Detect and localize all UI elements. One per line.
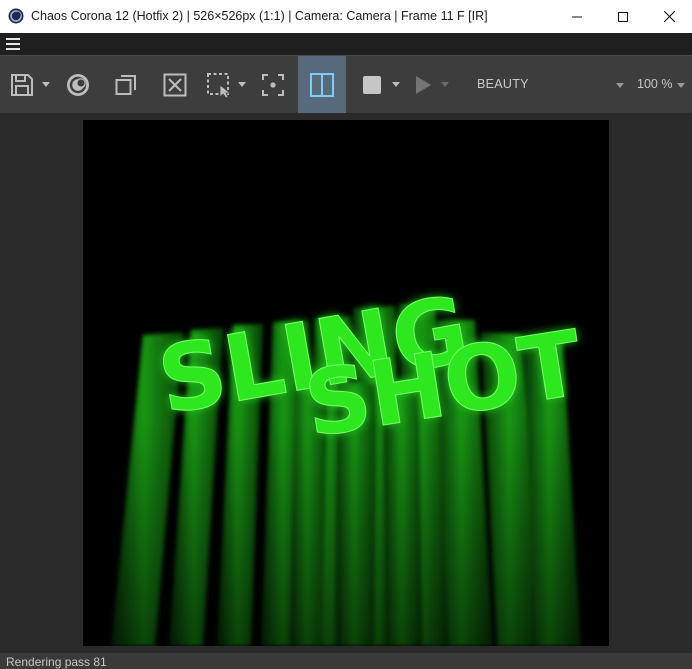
region-select-dropdown-arrow-icon[interactable] (238, 82, 246, 87)
zoom-select[interactable]: 100 % (637, 77, 672, 91)
hamburger-menu-icon[interactable] (6, 38, 20, 50)
render-dropdown-arrow-icon[interactable] (441, 82, 449, 87)
rendered-image: SLING SHOT SLING SHOT (83, 120, 609, 646)
focus-target-icon (262, 73, 284, 96)
split-compare-icon (310, 72, 334, 97)
render-status-text: Rendering pass 81 (6, 655, 107, 669)
render-button[interactable] (408, 56, 438, 113)
stop-icon (363, 75, 381, 94)
stop-dropdown-arrow-icon[interactable] (392, 82, 400, 87)
save-button[interactable] (4, 56, 40, 113)
render-viewport: SLING SHOT SLING SHOT (0, 113, 692, 653)
copy-button[interactable] (106, 56, 146, 113)
floppy-disk-icon (11, 73, 33, 96)
status-bar: Rendering pass 81 (0, 653, 692, 669)
zoom-dropdown-arrow-icon[interactable] (677, 83, 685, 88)
maximize-button[interactable] (600, 0, 646, 33)
toolbar: BEAUTY 100 % (0, 55, 692, 113)
maximize-icon (618, 11, 628, 22)
close-button[interactable] (646, 0, 692, 33)
render-pass-select[interactable]: BEAUTY (477, 77, 529, 91)
region-select-button[interactable] (201, 56, 237, 113)
corona-logo-button[interactable] (58, 56, 98, 113)
compare-button[interactable] (298, 56, 346, 113)
copy-icon (115, 74, 136, 95)
app-logo-icon (8, 8, 24, 24)
title-bar: Chaos Corona 12 (Hotfix 2) | 526×526px (… (0, 0, 692, 33)
save-dropdown-arrow-icon[interactable] (42, 82, 50, 87)
render-pass-dropdown-arrow-icon[interactable] (616, 83, 624, 88)
clear-icon (163, 73, 187, 96)
minimize-button[interactable] (554, 0, 600, 33)
menu-bar (0, 33, 692, 55)
window-title: Chaos Corona 12 (Hotfix 2) | 526×526px (… (31, 9, 488, 23)
stop-button[interactable] (358, 56, 386, 113)
close-icon (663, 11, 675, 22)
minimize-icon (572, 16, 582, 17)
clear-button[interactable] (155, 56, 195, 113)
corona-logo-icon (67, 73, 89, 96)
region-select-icon (207, 72, 232, 99)
play-icon (416, 75, 431, 94)
focus-pick-button[interactable] (253, 56, 293, 113)
